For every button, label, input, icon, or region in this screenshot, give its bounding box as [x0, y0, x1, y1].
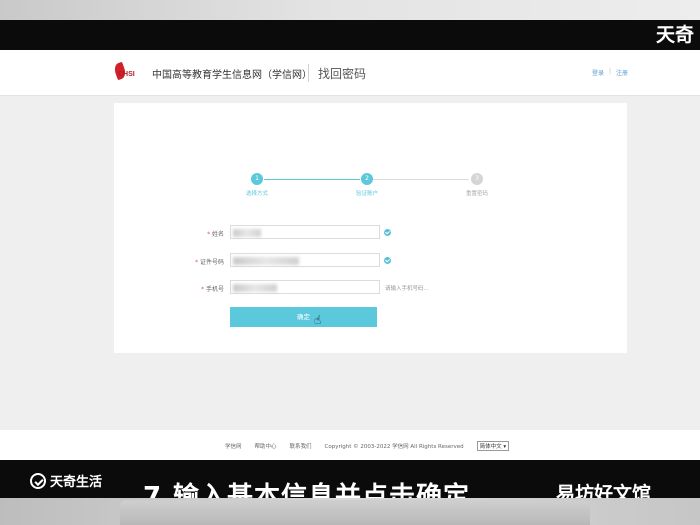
chsi-logo-icon: CHSI	[112, 61, 146, 83]
recovery-card: 1 2 3 选择方式 验证账户 重置密码 * 姓名 * 证件号码 * 手机号 请…	[114, 103, 627, 353]
watermark-text: 天奇生活	[50, 475, 103, 490]
id-number-input[interactable]	[230, 253, 380, 267]
step-3-dot: 3	[471, 173, 483, 185]
confirm-button[interactable]: 确定	[230, 307, 377, 327]
footer-link-contact[interactable]: 联系我们	[290, 442, 312, 450]
browser-screen: CHSI 中国高等教育学生信息网（学信网） 找回密码 登录 | 注册 1 2 3…	[0, 50, 700, 460]
step-line-1	[264, 179, 360, 180]
site-title: 中国高等教育学生信息网（学信网）	[152, 69, 312, 81]
name-value-blurred	[233, 229, 261, 237]
id-number-verified-icon	[384, 257, 391, 264]
step-3-label: 重置密码	[465, 191, 488, 197]
id-number-label: * 证件号码	[195, 259, 224, 266]
name-label: * 姓名	[207, 231, 224, 238]
check-circle-icon	[30, 472, 46, 489]
background-photo-top	[0, 0, 700, 20]
phone-label: * 手机号	[201, 286, 224, 293]
site-footer: 学信网 帮助中心 联系我们 Copyright © 2003-2022 学信网 …	[0, 430, 700, 460]
site-logo[interactable]: CHSI 中国高等教育学生信息网（学信网）	[112, 61, 312, 84]
language-select[interactable]: 简体中文 ▾	[476, 441, 510, 451]
top-brand-watermark: 天奇	[655, 24, 694, 46]
phone-input[interactable]	[230, 280, 380, 294]
id-number-value-blurred	[233, 257, 299, 265]
name-verified-icon	[384, 229, 391, 236]
step-line-2	[372, 179, 469, 180]
site-header: CHSI 中国高等教育学生信息网（学信网） 找回密码 登录 | 注册	[0, 50, 700, 96]
step-1-label: 选择方式	[245, 191, 268, 197]
nav-separator: |	[608, 68, 611, 75]
header-divider	[308, 64, 309, 82]
login-link[interactable]: 登录	[592, 68, 604, 77]
footer-link-help[interactable]: 帮助中心	[255, 442, 277, 450]
video-top-bar	[0, 20, 700, 50]
monitor-stand	[120, 500, 590, 525]
step-2-dot: 2	[361, 173, 373, 185]
phone-value-blurred	[233, 284, 277, 292]
footer-copyright: Copyright © 2003-2022 学信网 All Rights Res…	[324, 444, 464, 450]
watermark: 天奇生活	[30, 471, 102, 490]
page-title: 找回密码	[318, 67, 367, 81]
phone-hint: 请输入手机号码...	[385, 286, 429, 292]
header-nav: 登录 | 注册	[592, 68, 628, 77]
register-link[interactable]: 注册	[616, 68, 628, 77]
footer-link-chsi[interactable]: 学信网	[225, 442, 242, 450]
step-2-label: 验证账户	[355, 191, 378, 197]
name-input[interactable]	[230, 225, 380, 239]
step-1-dot: 1	[251, 173, 263, 185]
